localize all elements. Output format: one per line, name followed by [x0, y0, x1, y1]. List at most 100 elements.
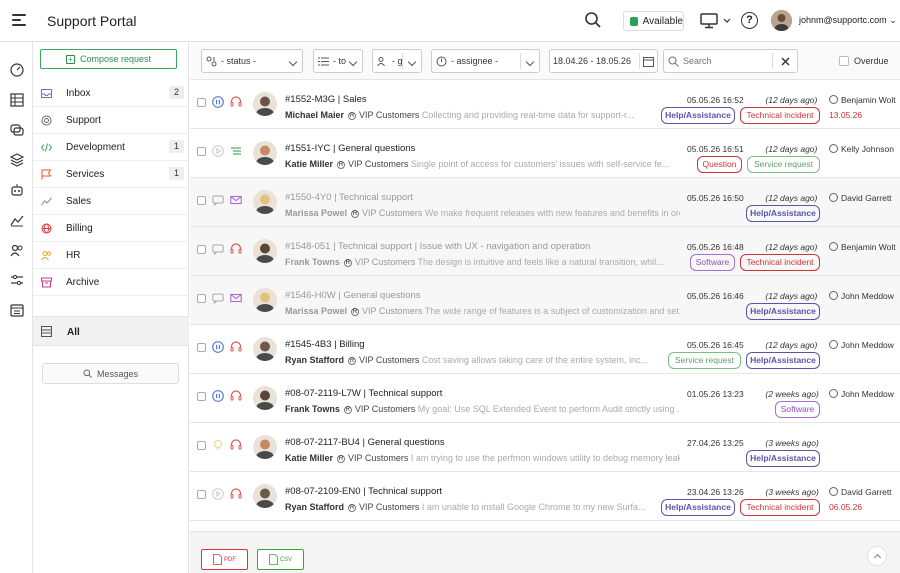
assignee[interactable]: David Garrett	[829, 193, 892, 203]
tag-badge[interactable]: Technical incident	[740, 499, 820, 516]
help-icon[interactable]: ?	[741, 12, 758, 29]
group-filter[interactable]: - g	[372, 49, 422, 73]
sidebar-item-hr[interactable]: HR	[33, 242, 189, 269]
layers-icon[interactable]	[10, 153, 24, 167]
sidebar-item-inbox[interactable]: Inbox 2	[33, 80, 189, 107]
messages-button[interactable]: Messages	[42, 363, 179, 384]
row-checkbox[interactable]	[197, 392, 206, 401]
ticket-title[interactable]: #1546-H0W | General questions	[285, 290, 421, 301]
area-chart-icon[interactable]	[10, 213, 24, 227]
availability-button[interactable]: Available	[623, 11, 684, 31]
row-checkbox[interactable]	[197, 441, 206, 450]
ticket-title[interactable]: #08-07-2119-L7W | Technical support	[285, 388, 442, 399]
play-icon[interactable]	[212, 488, 224, 500]
table-row[interactable]: #1545-4B3 | Billing Ryan Stafford R VIP Cus…	[190, 325, 900, 374]
bulb-icon[interactable]	[212, 439, 224, 451]
export-pdf-button[interactable]: PDF	[201, 549, 248, 570]
search-icon[interactable]	[584, 11, 602, 29]
assignee[interactable]: John Meddow	[829, 291, 894, 301]
sidebar-item-development[interactable]: Development 1	[33, 134, 189, 161]
tag-badge[interactable]: Technical incident	[740, 254, 820, 271]
assignee[interactable]: John Meddow	[829, 389, 894, 399]
monitor-icon[interactable]	[700, 13, 732, 29]
table-row[interactable]: #1551-IYC | General questions Katie Mille…	[190, 129, 900, 178]
chat-icon[interactable]	[212, 243, 224, 255]
ticket-title[interactable]: #1550-4Y0 | Technical support	[285, 192, 413, 203]
compose-request-button[interactable]: + Compose request	[40, 49, 177, 69]
row-checkbox[interactable]	[197, 245, 206, 254]
close-icon[interactable]	[781, 57, 790, 66]
avatar[interactable]	[771, 10, 792, 31]
overdue-filter[interactable]: Overdue	[839, 56, 889, 66]
tag-badge[interactable]: Service request	[747, 156, 820, 173]
ticket-title[interactable]: #08-07-2117-BU4 | General questions	[285, 437, 445, 448]
assignee[interactable]: Benjamin Wolt	[829, 95, 896, 105]
tag-badge[interactable]: Question	[697, 156, 742, 173]
chat-icon[interactable]	[10, 123, 24, 137]
sidebar-item-support[interactable]: Support	[33, 107, 189, 134]
sliders-icon[interactable]	[10, 273, 24, 287]
sidebar-item-all[interactable]: All	[33, 316, 189, 346]
assignee-filter[interactable]: - assignee -	[431, 49, 540, 73]
menu-icon[interactable]	[12, 14, 26, 26]
tag-badge[interactable]: Help/Assistance	[661, 107, 735, 124]
play-icon[interactable]	[212, 145, 224, 157]
tag-badge[interactable]: Help/Assistance	[746, 450, 820, 467]
search-input[interactable]	[683, 56, 773, 66]
status-filter[interactable]: - status -	[201, 49, 303, 73]
assignee[interactable]: Benjamin Wolt	[829, 242, 896, 252]
assignee[interactable]: Kelly Johnson	[829, 144, 894, 154]
table-row[interactable]: #1548-051 | Technical support | Issue wi…	[190, 227, 900, 276]
row-checkbox[interactable]	[197, 147, 206, 156]
assignee[interactable]: David Garrett	[829, 487, 892, 497]
chat-icon[interactable]	[212, 194, 224, 206]
scroll-to-top-button[interactable]	[867, 546, 887, 566]
date-range-field[interactable]: 18.04.26 - 18.05.26	[549, 49, 658, 73]
chat-icon[interactable]	[212, 292, 224, 304]
table-row[interactable]: #1550-4Y0 | Technical support Marissa Pow…	[190, 178, 900, 227]
tag-badge[interactable]: Help/Assistance	[746, 352, 820, 369]
table-row[interactable]: #1546-H0W | General questions Marissa Pow…	[190, 276, 900, 325]
row-checkbox[interactable]	[197, 490, 206, 499]
table-row[interactable]: #08-07-2109-EN0 | Technical support Ryan …	[190, 472, 900, 521]
calendar-icon[interactable]	[643, 56, 654, 67]
sidebar-item-archive[interactable]: Archive	[33, 269, 189, 296]
ticket-title[interactable]: #08-07-2109-EN0 | Technical support	[285, 486, 442, 497]
pause-icon[interactable]	[212, 96, 224, 108]
pause-icon[interactable]	[212, 390, 224, 402]
users-icon[interactable]	[10, 243, 24, 257]
row-checkbox[interactable]	[197, 294, 206, 303]
row-checkbox[interactable]	[197, 196, 206, 205]
row-checkbox[interactable]	[197, 98, 206, 107]
tag-badge[interactable]: Software	[690, 254, 735, 271]
assignee[interactable]: John Meddow	[829, 340, 894, 350]
overdue-checkbox[interactable]	[839, 56, 849, 66]
ticket-title[interactable]: #1545-4B3 | Billing	[285, 339, 365, 350]
tag-badge[interactable]: Help/Assistance	[746, 205, 820, 222]
tag-badge[interactable]: Service request	[668, 352, 741, 369]
table-row[interactable]: #1552-M3G | Sales Michael Maier R VIP Custo…	[190, 80, 900, 129]
sidebar-item-sales[interactable]: Sales	[33, 188, 189, 215]
tag-badge[interactable]: Help/Assistance	[746, 303, 820, 320]
ticket-title[interactable]: #1548-051 | Technical support | Issue wi…	[285, 241, 590, 252]
tag-badge[interactable]: Software	[775, 401, 820, 418]
search-field[interactable]	[663, 49, 798, 73]
dashboard-icon[interactable]	[10, 63, 24, 77]
calendar-icon[interactable]	[10, 303, 24, 317]
to-filter[interactable]: - to	[313, 49, 363, 73]
row-checkbox[interactable]	[197, 343, 206, 352]
table-row[interactable]: #08-07-2117-BU4 | General questions Katie…	[190, 423, 900, 472]
chart-icon	[41, 197, 52, 206]
export-csv-button[interactable]: CSV	[257, 549, 304, 570]
sidebar-item-billing[interactable]: Billing	[33, 215, 189, 242]
user-menu[interactable]: johnm@supportc.com ⌄	[799, 15, 897, 26]
bot-icon[interactable]	[10, 183, 24, 197]
ticket-title[interactable]: #1552-M3G | Sales	[285, 94, 367, 105]
table-icon[interactable]	[10, 93, 24, 107]
pause-icon[interactable]	[212, 341, 224, 353]
tag-badge[interactable]: Help/Assistance	[661, 499, 735, 516]
ticket-title[interactable]: #1551-IYC | General questions	[285, 143, 415, 154]
tag-badge[interactable]: Technical incident	[740, 107, 820, 124]
sidebar-item-services[interactable]: Services 1	[33, 161, 189, 188]
table-row[interactable]: #08-07-2119-L7W | Technical support Frank…	[190, 374, 900, 423]
